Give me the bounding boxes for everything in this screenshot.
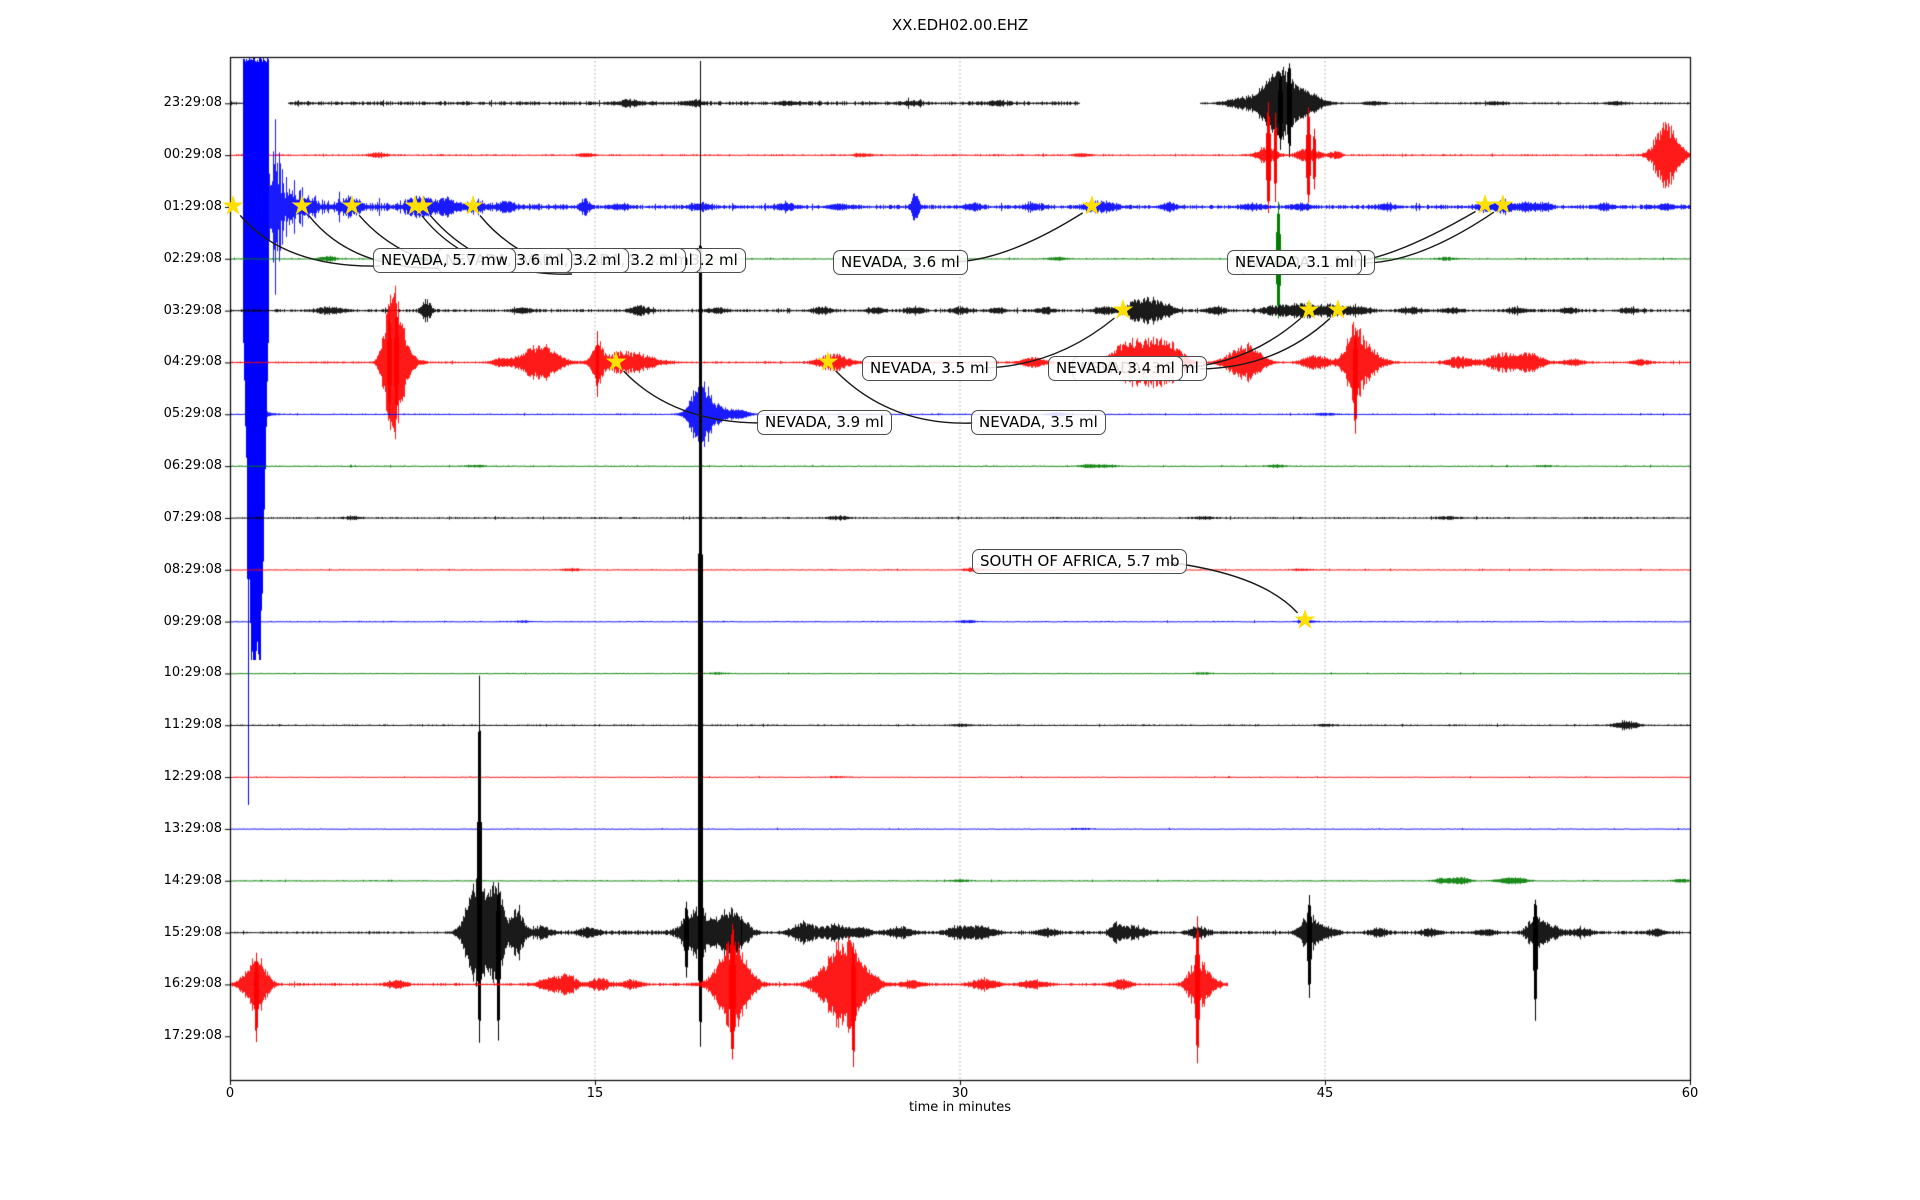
event-star-icon: ★ <box>221 192 245 219</box>
event-star-icon: ★ <box>1297 296 1321 323</box>
event-star-icon: ★ <box>290 192 314 219</box>
event-star-icon: ★ <box>1080 192 1104 219</box>
event-label-box: NEVADA, 3.4 ml <box>1048 356 1183 381</box>
event-star-icon: ★ <box>461 192 485 219</box>
event-label-box: SOUTH OF AFRICA, 5.7 mb <box>972 549 1187 574</box>
event-star-icon: ★ <box>1111 296 1135 323</box>
event-label-box: NEVADA, 3.6 ml <box>833 250 968 275</box>
helicorder-figure: XX.EDH02.00.EHZ ★NEVADA, 5.7 mw★NEVADA, … <box>0 0 1920 1200</box>
event-label-box: NEVADA, 3.1 ml <box>1227 250 1362 275</box>
event-star-icon: ★ <box>1293 606 1317 633</box>
event-star-icon: ★ <box>604 348 628 375</box>
event-star-icon: ★ <box>411 192 435 219</box>
event-star-icon: ★ <box>816 348 840 375</box>
event-label-box: NEVADA, 5.7 mw <box>373 248 516 273</box>
event-star-icon: ★ <box>1326 296 1350 323</box>
seismogram-canvas <box>0 0 1920 1200</box>
event-label-box: NEVADA, 3.5 ml <box>971 410 1106 435</box>
event-star-icon: ★ <box>340 192 364 219</box>
event-label-box: NEVADA, 3.5 ml <box>862 356 997 381</box>
event-label-box: NEVADA, 3.9 ml <box>757 410 892 435</box>
event-star-icon: ★ <box>1491 191 1515 218</box>
